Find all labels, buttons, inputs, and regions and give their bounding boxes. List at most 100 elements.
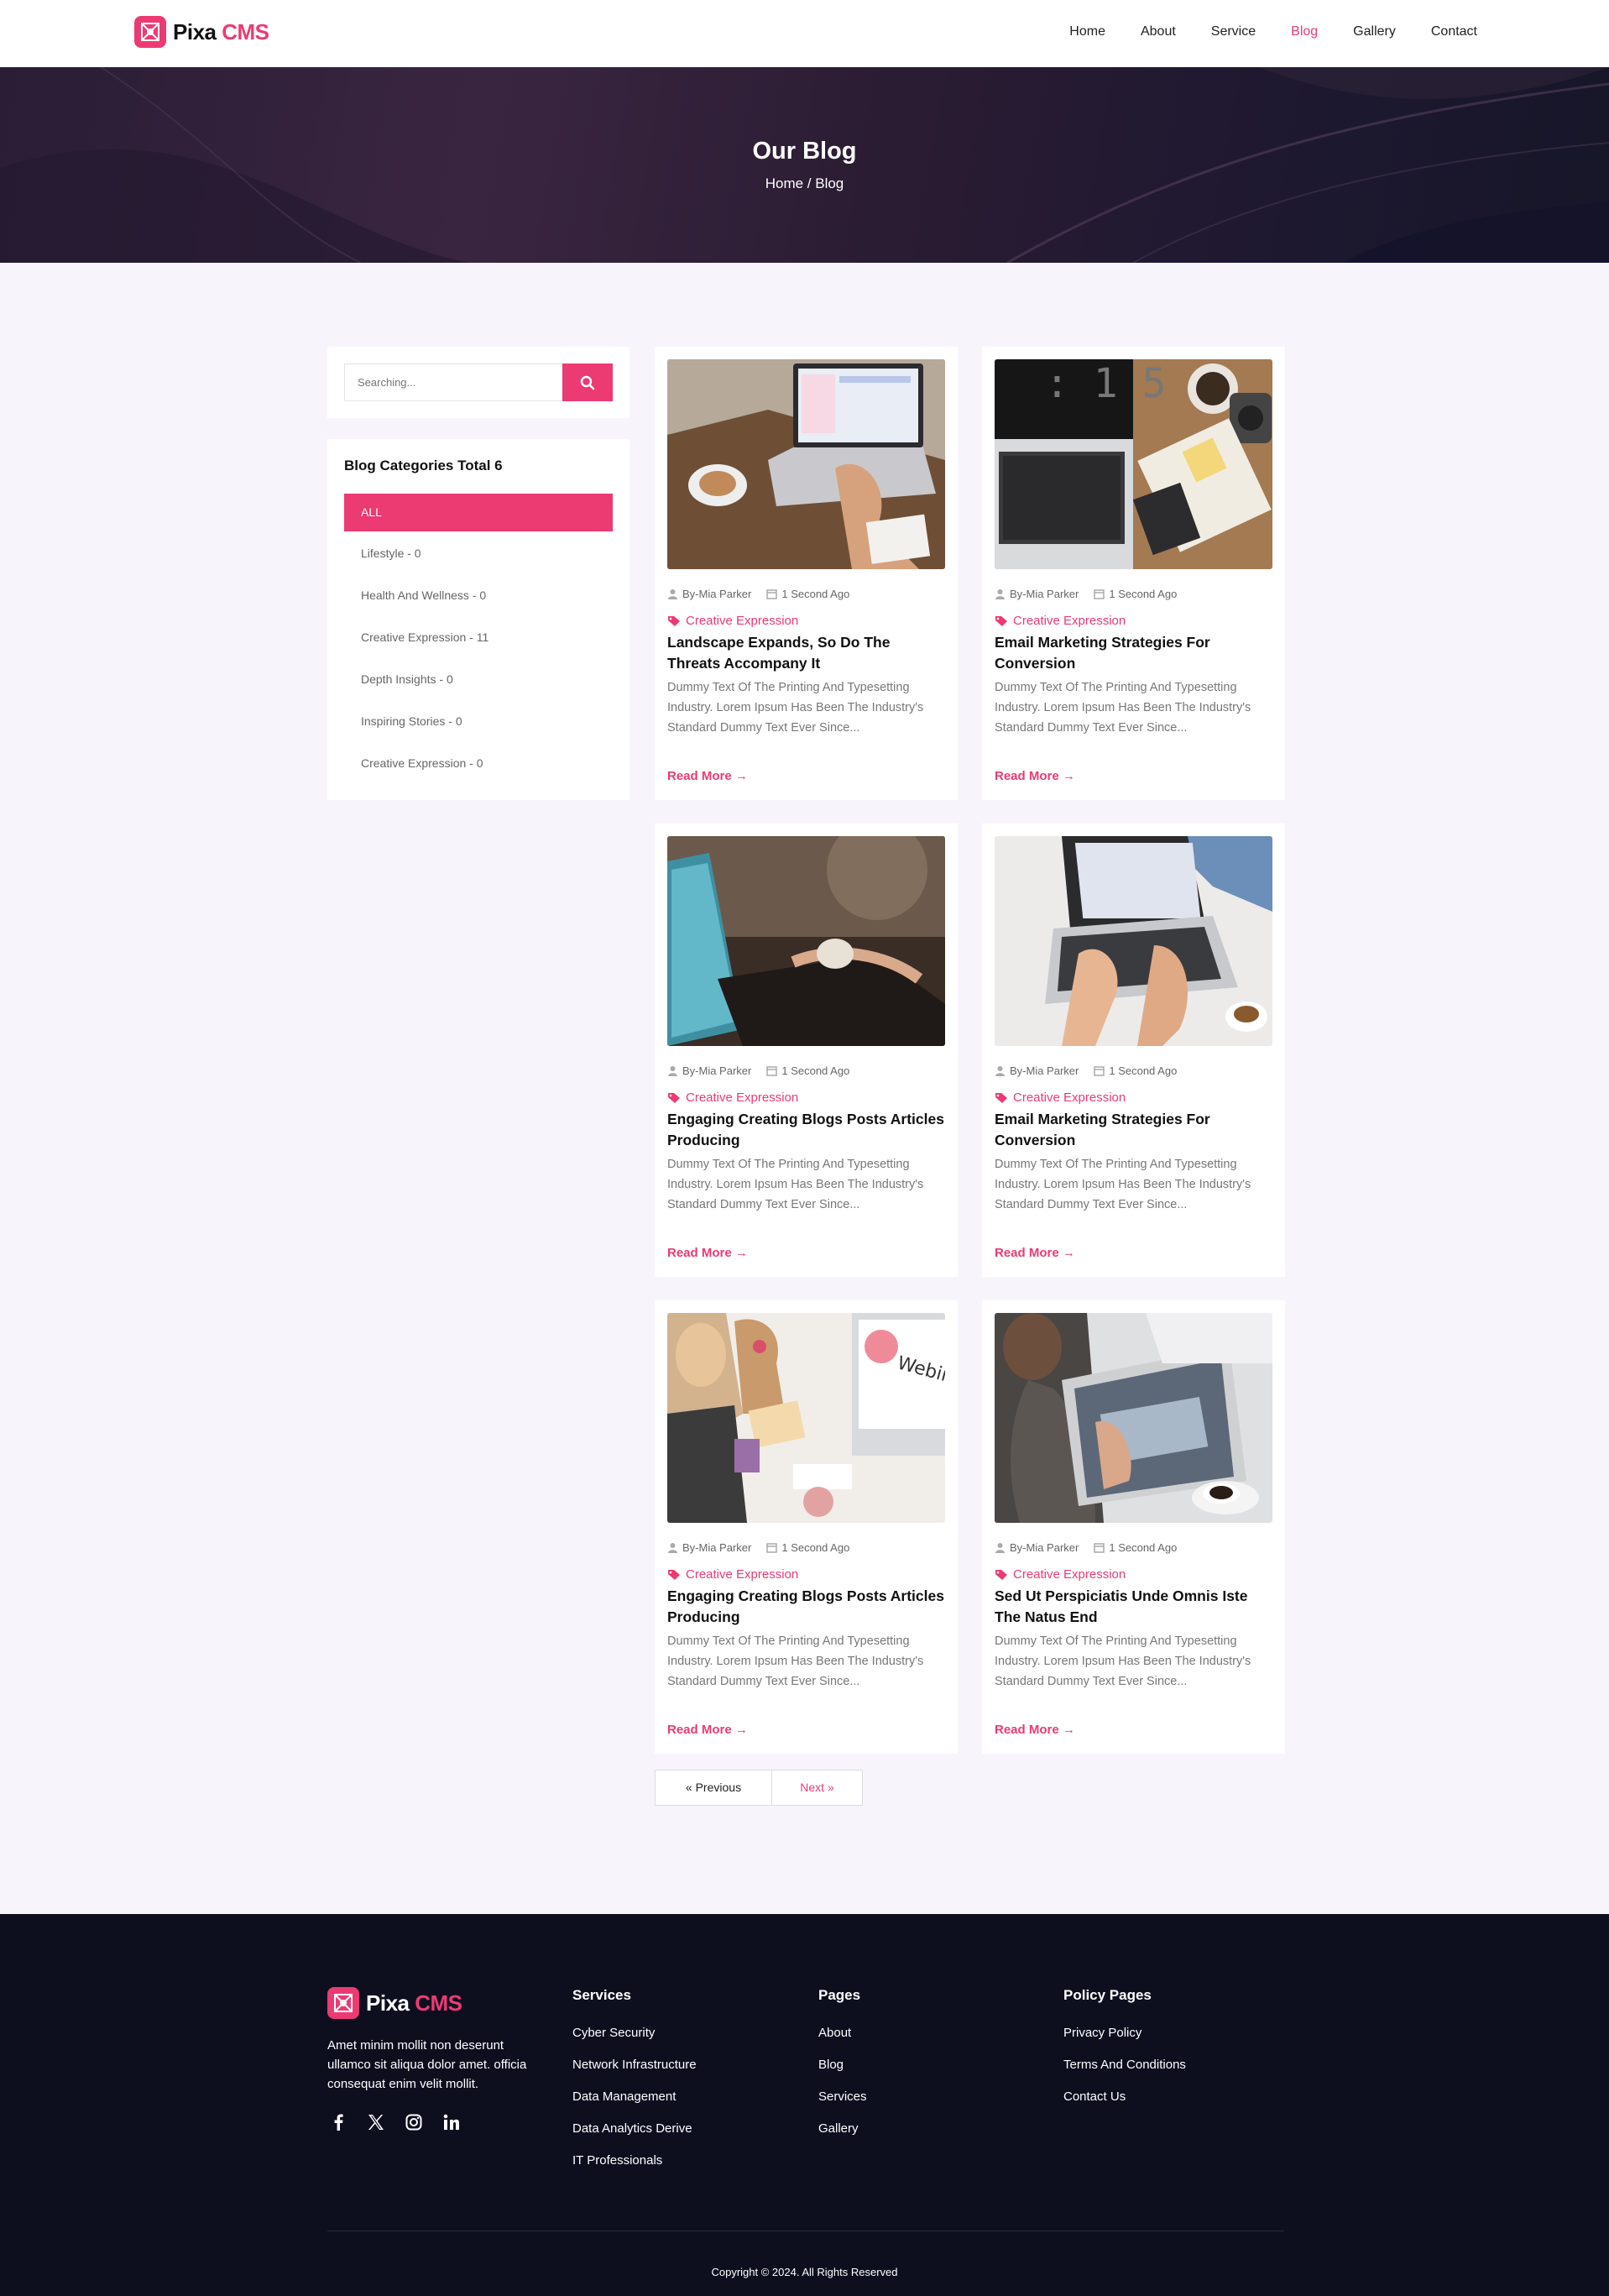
nav-home[interactable]: Home [1069, 24, 1105, 39]
category-item[interactable]: Depth Insights - 0 [361, 672, 453, 686]
calendar-icon [766, 1543, 778, 1553]
user-icon [668, 1066, 677, 1076]
post-meta: By-Mia Parker 1 Second Ago [995, 588, 1192, 600]
footer-policy-title: Policy Pages [1063, 1987, 1152, 2003]
post-category[interactable]: Creative Expression [995, 614, 1126, 628]
post-excerpt: Dummy Text Of The Printing And Typesetti… [667, 681, 924, 735]
post-author: By-Mia Parker [1010, 1064, 1079, 1077]
post-title[interactable]: Email Marketing Strategies For Conversio… [995, 632, 1272, 674]
footer-link[interactable]: Privacy Policy [1063, 2026, 1186, 2058]
post-category[interactable]: Creative Expression [995, 1567, 1126, 1582]
user-icon [995, 1066, 1005, 1076]
search-icon [580, 375, 595, 390]
post-meta: By-Mia Parker 1 Second Ago [995, 1541, 1192, 1554]
post-thumbnail[interactable] [667, 836, 945, 1046]
post-thumbnail[interactable]: Webinar [667, 1313, 945, 1523]
read-more-link[interactable]: Read More → [995, 1246, 1075, 1260]
site-footer: Pixa CMS Amet minim mollit non deserunt … [0, 1914, 1609, 2296]
linkedin-icon[interactable] [441, 2111, 462, 2132]
post-category[interactable]: Creative Expression [667, 1090, 798, 1105]
x-twitter-icon[interactable] [365, 2111, 386, 2132]
previous-page-button[interactable]: « Previous [655, 1770, 772, 1806]
tags-icon [668, 1092, 680, 1103]
footer-pages-column: Pages About Blog Services Gallery [818, 1987, 867, 2153]
post-category[interactable]: Creative Expression [995, 1090, 1126, 1105]
footer-link[interactable]: Terms And Conditions [1063, 2058, 1186, 2089]
categories-widget: Blog Categories Total 6 ALL Lifestyle - … [327, 439, 629, 800]
tags-icon [995, 1092, 1007, 1103]
tags-icon [995, 615, 1007, 626]
read-more-link[interactable]: Read More → [667, 769, 748, 783]
post-meta: By-Mia Parker 1 Second Ago [667, 1541, 865, 1554]
post-thumbnail[interactable] [995, 1313, 1272, 1523]
post-excerpt: Dummy Text Of The Printing And Typesetti… [667, 1158, 924, 1211]
nav-service[interactable]: Service [1211, 24, 1256, 39]
post-time: 1 Second Ago [781, 1541, 850, 1554]
read-more-link[interactable]: Read More → [995, 769, 1075, 783]
post-author: By-Mia Parker [682, 1064, 752, 1077]
calendar-icon [766, 589, 778, 599]
footer-link[interactable]: Data Management [572, 2089, 697, 2121]
page-hero: Our Blog Home / Blog [0, 67, 1609, 263]
categories-title: Blog Categories Total 6 [344, 458, 503, 473]
post-excerpt: Dummy Text Of The Printing And Typesetti… [995, 1634, 1251, 1688]
pagination: « Previous Next » [655, 1770, 863, 1806]
nav-about[interactable]: About [1141, 24, 1176, 39]
blog-card: : 1 5 By-Mia Parker 1 Second Ago Creativ… [982, 347, 1285, 800]
footer-link[interactable]: Blog [818, 2058, 867, 2089]
post-time: 1 Second Ago [1109, 1064, 1178, 1077]
search-input[interactable] [344, 363, 562, 401]
post-category[interactable]: Creative Expression [667, 1567, 798, 1582]
brand-logo[interactable]: Pixa CMS [134, 16, 269, 48]
post-title[interactable]: Landscape Expands, So Do The Threats Acc… [667, 632, 944, 674]
post-category[interactable]: Creative Expression [667, 614, 798, 628]
nav-contact[interactable]: Contact [1431, 24, 1477, 39]
post-thumbnail[interactable]: : 1 5 [995, 359, 1272, 569]
footer-brand-logo[interactable]: Pixa CMS [327, 1987, 462, 2019]
category-item[interactable]: Creative Expression - 11 [361, 630, 488, 644]
footer-pages-title: Pages [818, 1987, 861, 2003]
brand-name: Pixa CMS [173, 18, 269, 44]
footer-about-text: Amet minim mollit non deserunt ullamco s… [327, 2038, 527, 2091]
post-excerpt: Dummy Text Of The Printing And Typesetti… [995, 681, 1251, 735]
post-author: By-Mia Parker [1010, 588, 1079, 600]
read-more-link[interactable]: Read More → [667, 1246, 748, 1260]
category-all-button[interactable]: ALL [344, 494, 613, 531]
tags-icon [995, 1569, 1007, 1580]
footer-link[interactable]: Services [818, 2089, 867, 2121]
breadcrumb: Home / Blog [765, 175, 844, 191]
post-title[interactable]: Email Marketing Strategies For Conversio… [995, 1109, 1272, 1151]
post-title[interactable]: Engaging Creating Blogs Posts Articles P… [667, 1109, 944, 1151]
post-time: 1 Second Ago [1109, 1541, 1178, 1554]
footer-link[interactable]: Contact Us [1063, 2089, 1186, 2121]
read-more-link[interactable]: Read More → [995, 1723, 1075, 1737]
footer-link[interactable]: Cyber Security [572, 2026, 697, 2058]
next-page-button[interactable]: Next » [772, 1770, 863, 1806]
footer-link[interactable]: Network Infrastructure [572, 2058, 697, 2089]
blog-card: By-Mia Parker 1 Second Ago Creative Expr… [655, 347, 958, 800]
nav-blog[interactable]: Blog [1291, 24, 1318, 39]
instagram-icon[interactable] [403, 2111, 424, 2132]
category-item[interactable]: Lifestyle - 0 [361, 547, 421, 560]
post-title[interactable]: Engaging Creating Blogs Posts Articles P… [667, 1586, 944, 1628]
facebook-icon[interactable] [327, 2111, 348, 2132]
blog-card: Webinar By-Mia Parker 1 Second Ago Creat… [655, 1300, 958, 1754]
post-thumbnail[interactable] [667, 359, 945, 569]
user-icon [995, 1543, 1005, 1553]
post-title[interactable]: Sed Ut Perspiciatis Unde Omnis Iste The … [995, 1586, 1272, 1628]
tags-icon [668, 615, 680, 626]
footer-link[interactable]: Gallery [818, 2121, 867, 2153]
category-item[interactable]: Creative Expression - 0 [361, 756, 483, 770]
category-item[interactable]: Inspiring Stories - 0 [361, 714, 462, 728]
category-item[interactable]: Health And Wellness - 0 [361, 588, 486, 602]
post-thumbnail[interactable] [995, 836, 1272, 1046]
search-button[interactable] [562, 363, 613, 401]
footer-link[interactable]: Data Analytics Derive [572, 2121, 697, 2153]
post-author: By-Mia Parker [682, 588, 752, 600]
svg-text:: 1 5: : 1 5 [1045, 360, 1167, 407]
footer-link[interactable]: IT Professionals [572, 2153, 697, 2185]
nav-gallery[interactable]: Gallery [1353, 24, 1396, 39]
footer-link[interactable]: About [818, 2026, 867, 2058]
post-author: By-Mia Parker [1010, 1541, 1079, 1554]
read-more-link[interactable]: Read More → [667, 1723, 748, 1737]
